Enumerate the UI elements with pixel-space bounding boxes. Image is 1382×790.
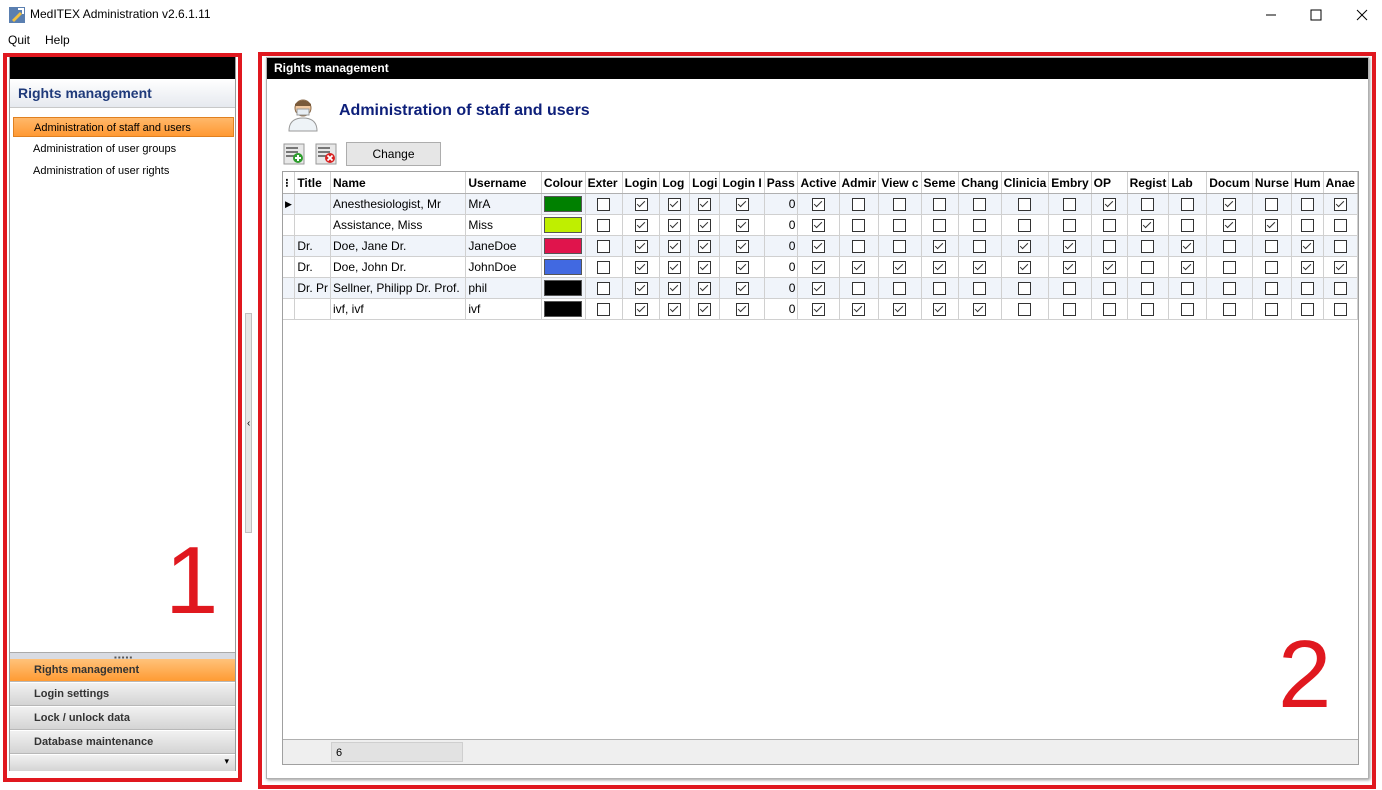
maximize-icon (1310, 9, 1322, 21)
close-icon (1356, 9, 1368, 21)
menu-quit[interactable]: Quit (8, 33, 30, 47)
menu-bar: Quit Help (0, 30, 1382, 50)
minimize-icon (1266, 14, 1276, 16)
maximize-button[interactable] (1293, 0, 1339, 30)
close-button[interactable] (1339, 0, 1382, 30)
menu-help[interactable]: Help (45, 33, 70, 47)
app-icon (9, 7, 25, 23)
annotation-number-1: 1 (165, 527, 219, 634)
minimize-button[interactable] (1248, 0, 1294, 30)
collapse-left-icon[interactable]: ‹ (247, 418, 250, 429)
annotation-number-2: 2 (1278, 621, 1332, 728)
window-title: MedITEX Administration v2.6.1.11 (30, 7, 211, 21)
annotation-box-1 (3, 53, 242, 782)
window-titlebar: MedITEX Administration v2.6.1.11 (0, 0, 1382, 30)
annotation-box-2 (258, 52, 1376, 789)
